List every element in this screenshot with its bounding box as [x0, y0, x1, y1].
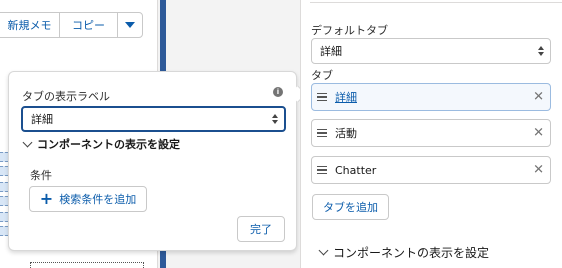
tab-label-select[interactable]: 詳細 [21, 106, 286, 132]
close-icon[interactable]: ✕ [533, 91, 544, 104]
component-visibility-toggle[interactable]: コンポーネントの表示を設定 [22, 136, 180, 152]
select-arrows-icon [538, 46, 544, 56]
add-tab-button[interactable]: タブを追加 [312, 194, 389, 220]
component-visibility-label: コンポーネントの表示を設定 [37, 138, 180, 151]
tab-item-label[interactable]: 活動 [335, 125, 357, 141]
tabs-label: タブ [311, 69, 333, 82]
tab-item-activity[interactable]: 活動 ✕ [311, 119, 551, 147]
done-button[interactable]: 完了 [237, 216, 285, 242]
tab-item-label[interactable]: Chatter [335, 164, 376, 177]
canvas-drop-zone [30, 262, 144, 268]
chevron-down-icon [125, 22, 135, 28]
info-icon[interactable]: i [273, 87, 283, 97]
chevron-down-icon [318, 245, 329, 256]
tab-item-chatter[interactable]: Chatter ✕ [311, 156, 551, 184]
done-label: 完了 [250, 223, 272, 236]
record-action-buttons: 新規メモ コピー [0, 12, 143, 38]
panel-component-visibility-label: コンポーネントの表示を設定 [333, 246, 490, 260]
tab-item-label[interactable]: 詳細 [335, 89, 357, 105]
tab-item-details[interactable]: 詳細 ✕ [311, 83, 551, 111]
new-note-button[interactable]: 新規メモ [0, 12, 60, 38]
panel-component-visibility-toggle[interactable]: コンポーネントの表示を設定 [318, 244, 490, 261]
default-tab-label: デフォルトタブ [311, 24, 388, 37]
tab-label-select-value: 詳細 [31, 113, 53, 126]
add-filter-label: 検索条件を追加 [59, 193, 137, 206]
default-tab-select[interactable]: 詳細 [311, 38, 551, 64]
close-icon[interactable]: ✕ [533, 127, 544, 140]
drag-handle-icon[interactable] [317, 165, 327, 175]
drag-handle-icon[interactable] [317, 92, 327, 102]
panel-divider [310, 2, 562, 4]
close-icon[interactable]: ✕ [533, 164, 544, 177]
more-actions-button[interactable] [117, 12, 143, 38]
add-filter-button[interactable]: + 検索条件を追加 [29, 186, 147, 212]
default-tab-select-value: 詳細 [320, 45, 342, 58]
conditions-label: 条件 [30, 169, 52, 182]
tab-label-heading: タブの表示ラベル [22, 90, 110, 103]
chevron-down-icon [22, 137, 33, 147]
select-arrows-icon [272, 114, 278, 124]
drag-handle-icon[interactable] [317, 128, 327, 138]
plus-icon: + [39, 189, 54, 208]
copy-button[interactable]: コピー [59, 12, 118, 38]
add-tab-label: タブを追加 [323, 201, 378, 214]
